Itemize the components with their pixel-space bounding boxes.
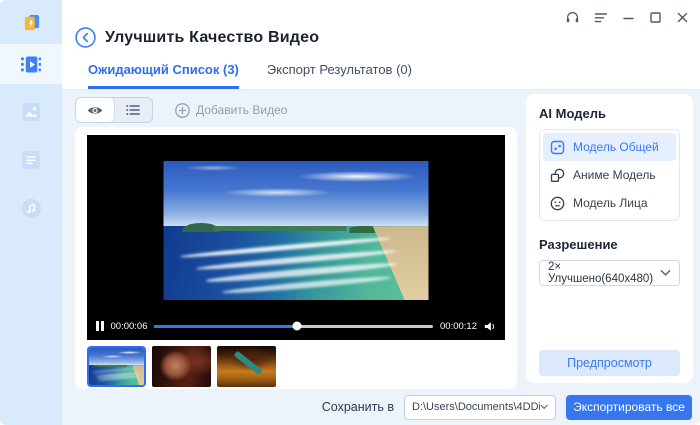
ai-model-list: Модель Общей Аниме Модель — [539, 129, 680, 221]
export-all-button[interactable]: Экспортировать все — [566, 395, 692, 420]
progress-bar[interactable] — [154, 325, 433, 328]
add-video-label: Добавить Видео — [196, 103, 287, 117]
maximize-icon[interactable] — [648, 10, 663, 25]
image-icon — [22, 103, 40, 121]
sidebar-item-audio[interactable] — [0, 188, 62, 228]
thumbnail-beach[interactable] — [87, 346, 146, 387]
content-area: Добавить Видео — [62, 90, 700, 389]
close-icon[interactable] — [675, 10, 690, 25]
sidebar-item-document[interactable] — [0, 140, 62, 180]
sidebar-item-video[interactable] — [0, 44, 62, 84]
model-option-general[interactable]: Модель Общей — [543, 133, 676, 161]
document-icon — [22, 151, 40, 169]
sidebar — [0, 0, 62, 425]
beach-thumb-image — [89, 348, 144, 385]
main-area: Улучшить Качество Видео — [62, 0, 700, 425]
model-option-label: Модель Общей — [573, 140, 659, 154]
video-player[interactable]: 00:00:06 00:00:12 — [87, 135, 505, 340]
tab-bar: Ожидающий Список (3) Экспорт Результатов… — [62, 56, 700, 90]
preview-button[interactable]: Предпросмотр — [539, 350, 680, 376]
titlebar: Улучшить Качество Видео — [62, 0, 700, 56]
music-icon — [22, 199, 41, 218]
app-logo-icon — [22, 13, 41, 32]
left-column: Добавить Видео — [75, 90, 517, 389]
face-model-icon — [550, 196, 565, 211]
player-controls: 00:00:06 00:00:12 — [96, 318, 496, 334]
thumbnail-cutting[interactable] — [217, 346, 276, 387]
volume-icon[interactable] — [484, 321, 496, 332]
ai-model-title: AI Модель — [539, 106, 680, 121]
eye-icon — [87, 105, 103, 116]
tab-export-results[interactable]: Экспорт Результатов (0) — [267, 56, 412, 89]
video-frame — [164, 161, 429, 300]
save-path-select[interactable]: D:\Users\Documents\4DDiG Vide... — [404, 395, 556, 420]
resolution-title: Разрешение — [539, 237, 680, 252]
sidebar-item-image[interactable] — [0, 92, 62, 132]
chevron-down-icon — [540, 403, 548, 411]
app-window: Улучшить Качество Видео — [0, 0, 700, 425]
page-title: Улучшить Качество Видео — [105, 29, 319, 47]
save-path-value: D:\Users\Documents\4DDiG Vide... — [412, 401, 540, 413]
resolution-value: 2× Улучшено(640x480) — [548, 261, 660, 285]
list-view-button[interactable] — [114, 98, 152, 122]
headphones-icon[interactable] — [564, 9, 581, 26]
thumbnail-portrait[interactable] — [152, 346, 211, 387]
general-model-icon — [550, 140, 565, 155]
settings-panel: AI Модель Модель Общей — [526, 94, 693, 383]
knife-shape — [234, 351, 263, 376]
model-option-label: Аниме Модель — [573, 168, 656, 182]
current-time: 00:00:06 — [111, 321, 148, 332]
beach-video-still — [164, 161, 429, 300]
add-video-button[interactable]: Добавить Видео — [175, 103, 287, 118]
toolbar: Добавить Видео — [75, 97, 517, 123]
list-icon — [126, 104, 140, 116]
tab-pending-list[interactable]: Ожидающий Список (3) — [88, 56, 239, 89]
model-option-label: Модель Лица — [573, 196, 648, 210]
plus-circle-icon — [175, 103, 190, 118]
view-toggle — [75, 97, 153, 123]
total-time: 00:00:12 — [440, 321, 477, 332]
player-card: 00:00:06 00:00:12 — [75, 127, 517, 389]
cutting-thumb-image — [217, 346, 276, 387]
menu-icon[interactable] — [593, 10, 609, 25]
anime-model-icon — [550, 168, 565, 183]
progress-thumb[interactable] — [292, 322, 301, 331]
model-option-face[interactable]: Модель Лица — [543, 189, 676, 217]
minimize-icon[interactable] — [621, 10, 636, 25]
pause-button[interactable] — [96, 321, 104, 331]
app-logo — [0, 0, 62, 44]
thumbnail-strip — [87, 340, 505, 389]
portrait-thumb-image — [152, 346, 211, 387]
resolution-select[interactable]: 2× Улучшено(640x480) — [539, 260, 680, 286]
footer-bar: Сохранить в D:\Users\Documents\4DDiG Vid… — [62, 389, 700, 425]
progress-fill — [154, 325, 296, 328]
back-button[interactable] — [75, 27, 96, 48]
model-option-anime[interactable]: Аниме Модель — [543, 161, 676, 189]
chevron-down-icon — [660, 269, 671, 277]
sidebar-nav — [0, 44, 62, 228]
save-to-label: Сохранить в — [322, 400, 394, 414]
video-icon — [21, 56, 41, 73]
window-controls — [564, 9, 690, 26]
preview-view-button[interactable] — [76, 98, 114, 122]
